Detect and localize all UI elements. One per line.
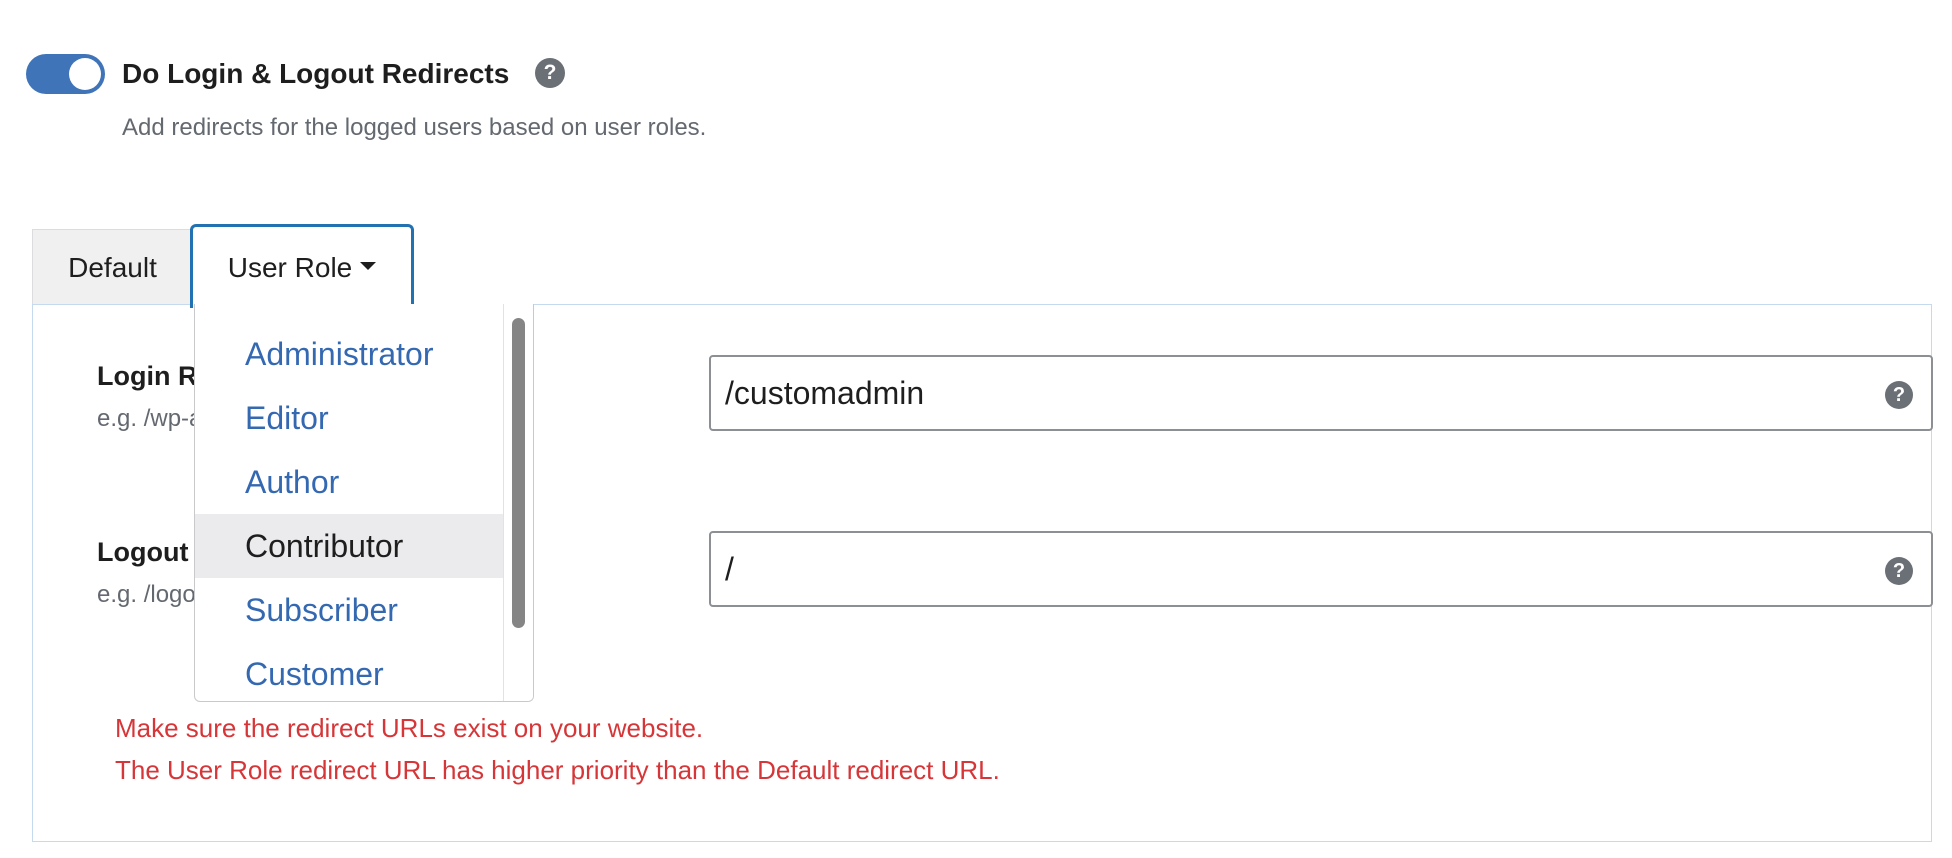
dropdown-scrollbar[interactable]: [503, 304, 533, 701]
tab-user-role-label: User Role: [227, 251, 353, 283]
logout-redirect-input[interactable]: [725, 541, 1875, 597]
notice-urls-exist: Make sure the redirect URLs exist on you…: [115, 713, 704, 743]
dropdown-item-editor[interactable]: Editor: [195, 386, 505, 450]
dropdown-item-author[interactable]: Author: [195, 450, 505, 514]
question-circle-icon[interactable]: ?: [535, 58, 565, 88]
dropdown-item-contributor[interactable]: Contributor: [195, 514, 505, 578]
caret-down-icon: [360, 261, 377, 270]
tab-default[interactable]: Default: [32, 229, 192, 305]
login-redirect-field[interactable]: ?: [709, 355, 1933, 431]
settings-page: Do Login & Logout Redirects ? Add redire…: [0, 0, 1952, 858]
login-redirect-input[interactable]: [725, 365, 1875, 421]
setting-title: Do Login & Logout Redirects: [122, 58, 510, 89]
scrollbar-thumb[interactable]: [512, 318, 525, 628]
redirects-toggle[interactable]: [26, 54, 105, 94]
setting-description: Add redirects for the logged users based…: [122, 114, 707, 141]
toggle-knob: [69, 58, 101, 90]
dropdown-item-subscriber[interactable]: Subscriber: [195, 578, 505, 642]
dropdown-item-administrator[interactable]: Administrator: [195, 322, 505, 386]
dropdown-item-customer[interactable]: Customer: [195, 642, 505, 701]
tab-user-role[interactable]: User Role: [190, 224, 414, 308]
notice-priority: The User Role redirect URL has higher pr…: [115, 755, 1000, 785]
tab-default-label: Default: [68, 251, 157, 283]
logout-redirect-field[interactable]: ?: [709, 531, 1933, 607]
question-circle-icon[interactable]: ?: [1885, 557, 1913, 585]
question-circle-icon[interactable]: ?: [1885, 381, 1913, 409]
user-role-dropdown: Administrator Editor Author Contributor …: [194, 304, 534, 702]
